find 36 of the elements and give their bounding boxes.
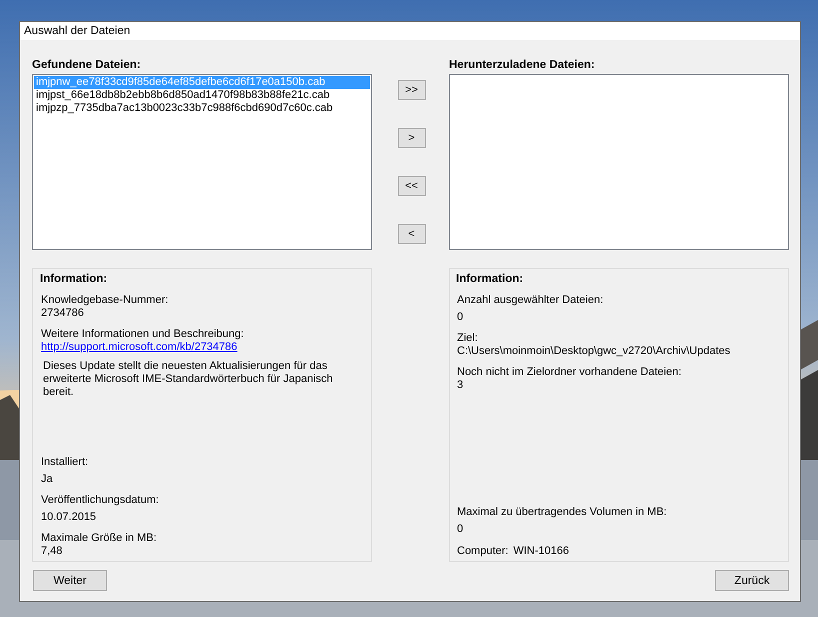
list-label: Herunterzuladene Dateien: bbox=[449, 58, 596, 73]
info-label: Ziel: bbox=[457, 332, 479, 344]
transfer-button[interactable]: > bbox=[398, 128, 426, 148]
transfer-button[interactable]: << bbox=[398, 176, 426, 196]
group-title: Information: bbox=[40, 273, 108, 285]
transfer-button[interactable]: >> bbox=[398, 80, 426, 100]
info-value: 0 bbox=[457, 523, 464, 535]
info-label: Weitere Informationen und Beschreibung: bbox=[41, 328, 245, 340]
list-item[interactable]: imjpzp_7735dba7ac13b0023c33b7c988f6cbd690d7c60c.cab bbox=[34, 102, 370, 115]
group-title: Information: bbox=[456, 273, 524, 285]
list-item[interactable]: imjpst_66e18db8b2ebb8b6d850ad1470f98b83b88fe21c.cab bbox=[34, 89, 370, 102]
info-link[interactable]: http://support.microsoft.com/kb/2734786 bbox=[41, 341, 363, 353]
info-value: 3 bbox=[457, 379, 464, 391]
info-label: Computer: bbox=[457, 545, 508, 557]
list-label: Gefundene Dateien: bbox=[32, 58, 142, 73]
info-label: Veröffentlichungsdatum: bbox=[41, 494, 160, 506]
window-title: Auswahl der Dateien bbox=[24, 25, 130, 37]
file-list[interactable]: imjpnw_ee78f33cd9f85de64ef85defbe6cd6f17e0a150b.cab imjpst_66e18db8b2ebb8b6d850ad1470f98b83b88fe21c.cab imjpzp_7735dba7ac13b0023c33b7c988f6cbd690d7c60c.cab bbox=[32, 74, 372, 250]
download-list[interactable] bbox=[449, 74, 789, 250]
info-label: Knowledgebase-Nummer: bbox=[41, 294, 170, 306]
info-value: WIN-10166 bbox=[513, 545, 569, 557]
info-label: Noch nicht im Zielordner vorhandene Dateien: bbox=[457, 366, 682, 378]
info-value: 7,48 bbox=[41, 545, 64, 557]
info-label: Maximal zu übertragendes Volumen in MB: bbox=[457, 506, 668, 518]
info-value: Ja bbox=[41, 473, 54, 485]
info-value: 2734786 bbox=[41, 307, 85, 319]
dialog-button[interactable]: Weiter bbox=[33, 570, 107, 591]
transfer-button[interactable]: < bbox=[398, 224, 426, 244]
info-label: Installiert: bbox=[41, 456, 90, 468]
info-value: 10.07.2015 bbox=[41, 511, 98, 523]
info-label: Maximale Größe in MB: bbox=[41, 532, 158, 544]
info-value: 0 bbox=[457, 311, 464, 323]
description-text: Dieses Update stellt die neuesten Aktualisierungen für das erweiterte Microsoft IME-Standardwörterbuch für Japanisch bereit. bbox=[43, 360, 334, 399]
info-label: Anzahl ausgewählter Dateien: bbox=[457, 294, 604, 306]
info-value: C:\Users\moinmoin\Desktop\gwc_v2720\Archiv\Updates bbox=[457, 345, 732, 357]
dialog-button[interactable]: Zurück bbox=[715, 570, 789, 591]
